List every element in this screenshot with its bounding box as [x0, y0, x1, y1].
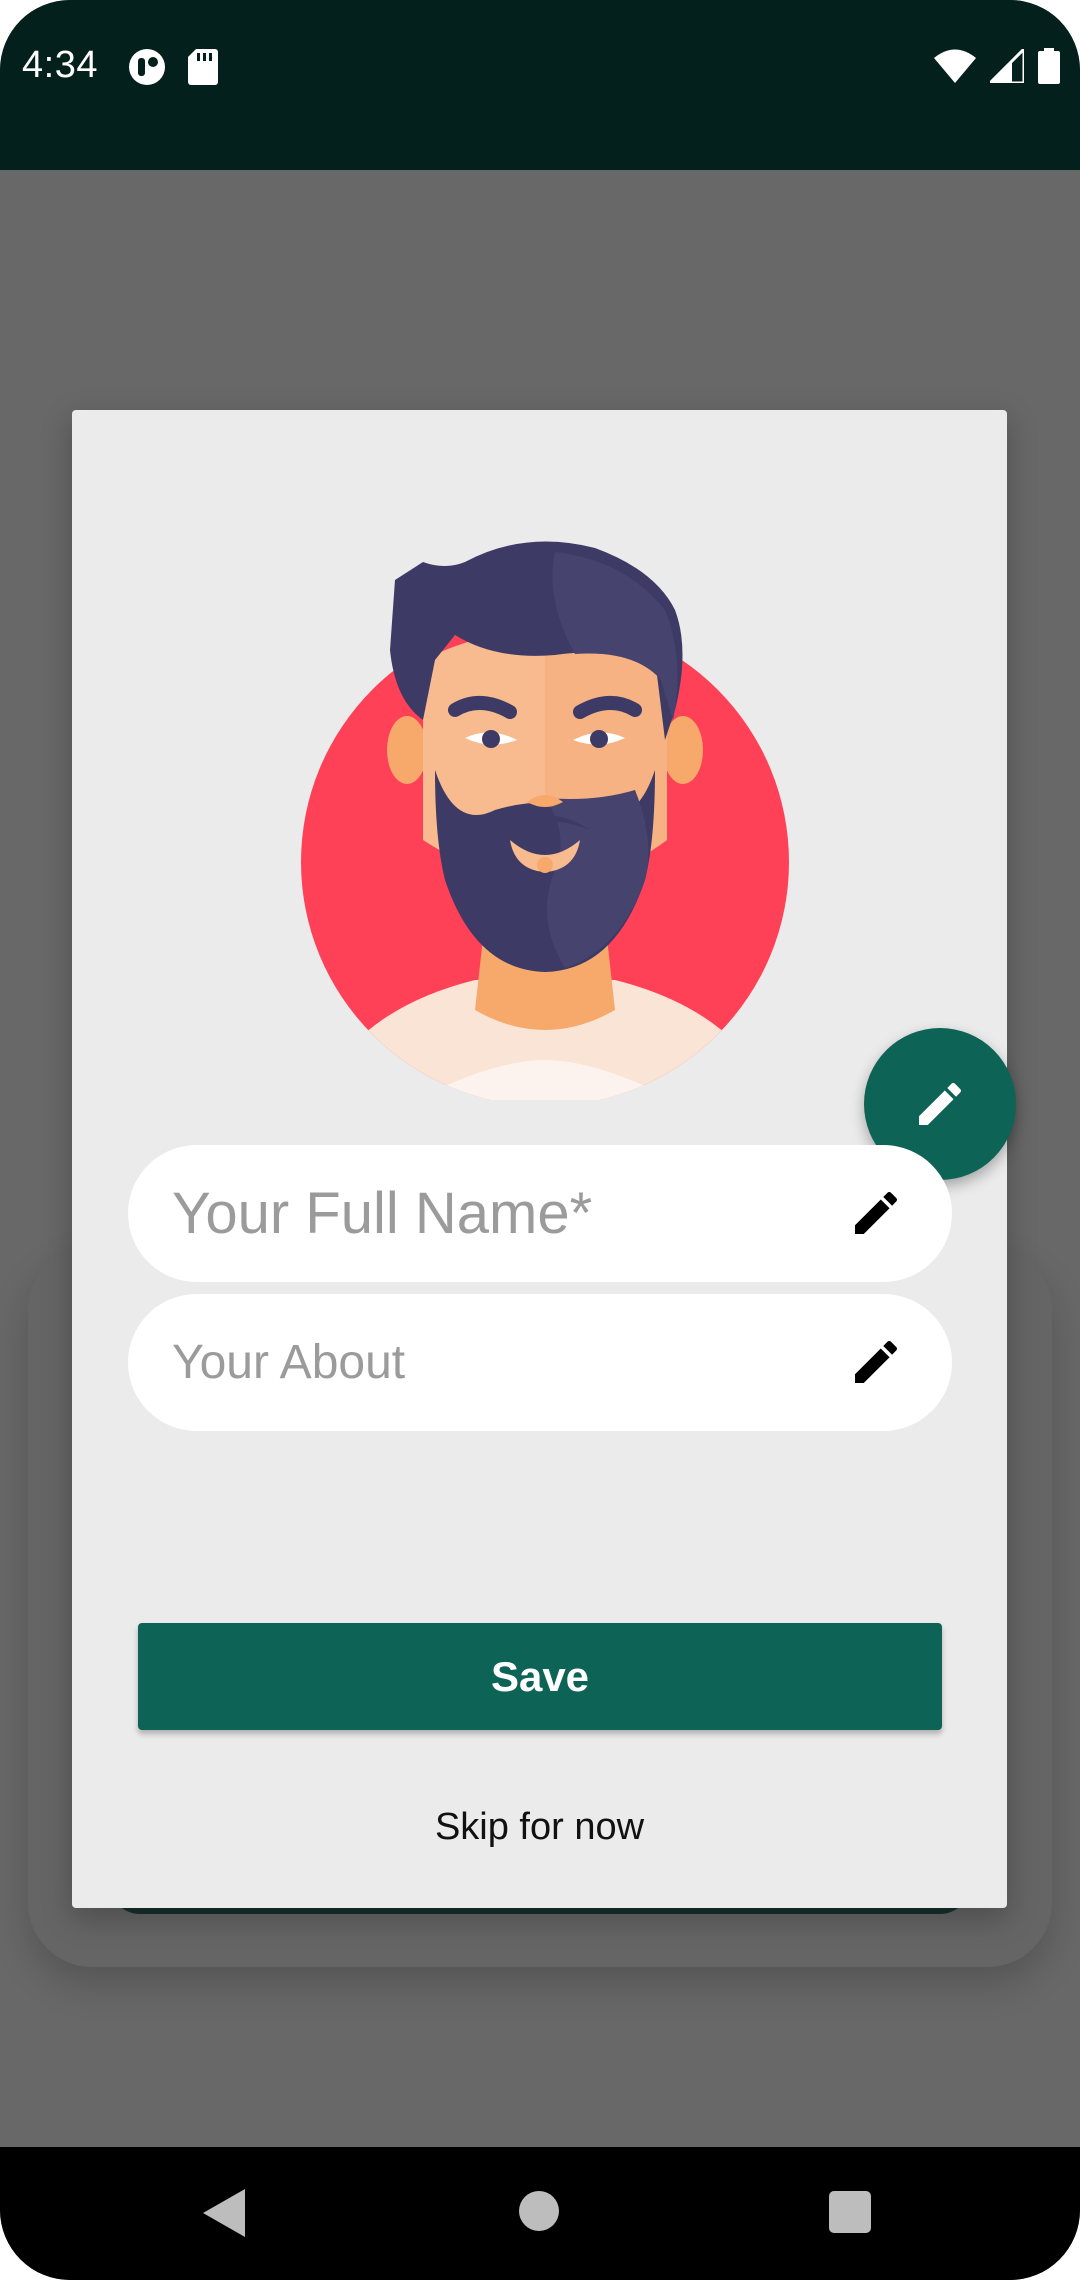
skip-for-now-link[interactable]: Skip for now — [72, 1806, 1007, 1849]
status-left-icons — [128, 48, 218, 86]
status-bar: 4:34 — [0, 0, 1080, 170]
status-right-icons — [934, 48, 1060, 84]
navigation-bar — [0, 2147, 1080, 2280]
about-field[interactable]: Your About — [128, 1294, 952, 1431]
app-notification-icon — [129, 49, 165, 85]
pencil-icon[interactable] — [848, 1185, 904, 1241]
pencil-icon — [919, 1082, 962, 1125]
about-placeholder: Your About — [172, 1336, 406, 1389]
full-name-placeholder: Your Full Name* — [172, 1181, 593, 1246]
full-name-field[interactable]: Your Full Name* — [128, 1145, 952, 1282]
screen: 4:34 Your Full Name* Your About Save Ski… — [0, 0, 1080, 2280]
recents-icon[interactable] — [829, 2191, 871, 2233]
home-icon[interactable] — [519, 2191, 559, 2231]
status-time: 4:34 — [22, 44, 98, 86]
profile-dialog: Your Full Name* Your About Save Skip for… — [72, 410, 1016, 1908]
avatar-illustration — [301, 541, 789, 1100]
pencil-icon[interactable] — [848, 1334, 904, 1390]
signal-icon — [990, 49, 1024, 83]
wifi-icon — [934, 49, 976, 83]
sd-card-icon — [188, 49, 218, 85]
avatar[interactable] — [295, 540, 1016, 1180]
back-icon[interactable] — [203, 2189, 245, 2237]
battery-icon — [1038, 48, 1060, 84]
save-button[interactable]: Save — [138, 1623, 942, 1730]
